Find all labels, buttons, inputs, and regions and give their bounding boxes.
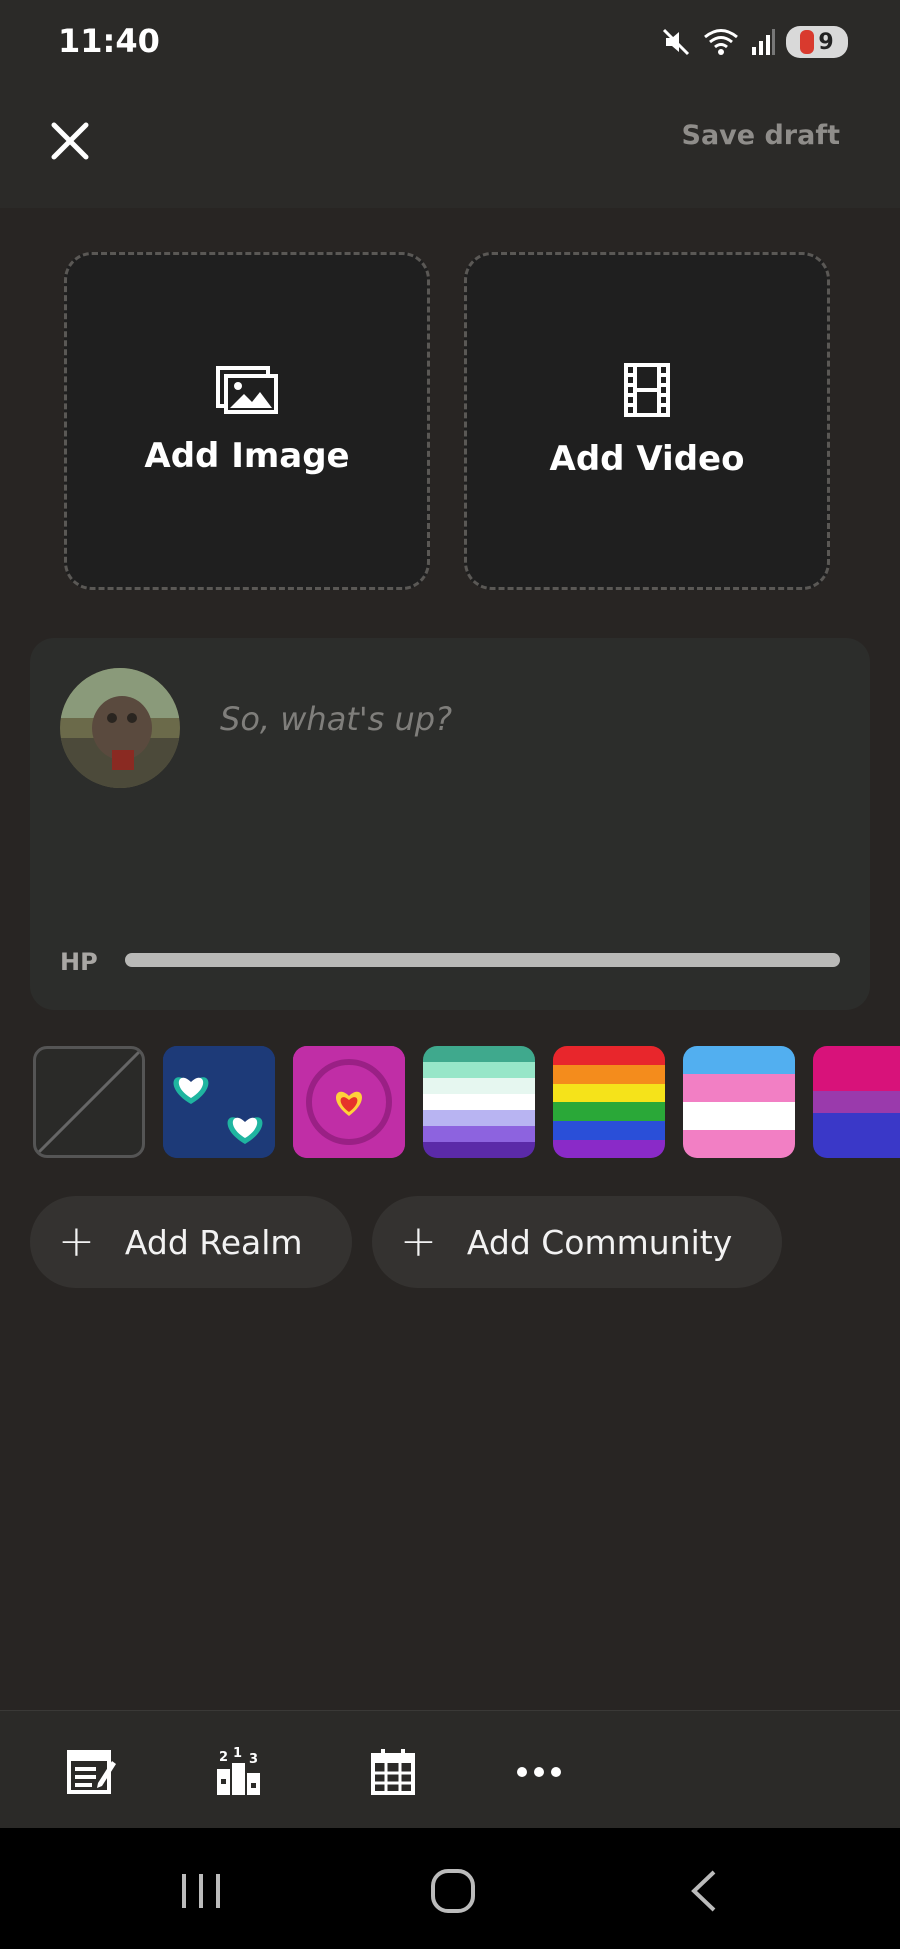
edit-document-icon (67, 1750, 116, 1794)
mute-icon (662, 28, 690, 56)
bi-pattern (813, 1046, 900, 1158)
post-text-input[interactable]: So, what's up? (220, 700, 452, 738)
add-community-label: Add Community (466, 1222, 733, 1262)
heart-pattern (293, 1046, 405, 1158)
add-realm-label: Add Realm (124, 1222, 303, 1262)
trans-pattern (683, 1046, 795, 1158)
home-button[interactable] (428, 1866, 478, 1916)
hp-bar (125, 953, 840, 967)
add-image-tile[interactable]: Add Image (64, 252, 430, 590)
event-tool[interactable] (368, 1747, 418, 1797)
bottom-toolbar: 2 1 3 (0, 1710, 900, 1829)
hp-bar-fill (125, 953, 840, 967)
swatch-rainbow[interactable] (553, 1046, 665, 1158)
none-slash-icon (36, 1049, 142, 1155)
hearts-pattern (163, 1046, 275, 1158)
status-time: 11:40 (58, 22, 160, 60)
add-video-tile[interactable]: Add Video (464, 252, 830, 590)
more-horizontal-icon (517, 1767, 561, 1777)
swatch-none[interactable] (33, 1046, 145, 1158)
home-icon (431, 1869, 475, 1913)
swatch-stripes-teal[interactable] (423, 1046, 535, 1158)
text-post-tool[interactable] (66, 1747, 116, 1797)
film-icon (624, 363, 670, 417)
poll-tool[interactable]: 2 1 3 (215, 1746, 265, 1797)
swatch-trans[interactable] (683, 1046, 795, 1158)
svg-text:2: 2 (219, 1750, 228, 1765)
close-button[interactable] (44, 115, 96, 167)
battery-icon: 9 (786, 26, 848, 58)
swatch-heart-pink[interactable] (293, 1046, 405, 1158)
recent-apps-button[interactable] (176, 1866, 226, 1916)
add-image-label: Add Image (144, 436, 350, 476)
battery-level: 9 (818, 29, 834, 55)
add-realm-button[interactable]: + Add Realm (30, 1196, 352, 1288)
back-icon (691, 1870, 716, 1912)
background-swatch-row (33, 1046, 900, 1160)
save-draft-button[interactable]: Save draft (682, 120, 841, 151)
battery-low-indicator (800, 30, 815, 54)
more-tools-button[interactable] (514, 1747, 564, 1797)
leaderboard-icon: 2 1 3 (217, 1746, 260, 1795)
top-bar: Save draft (0, 90, 900, 208)
svg-text:1: 1 (233, 1747, 242, 1761)
avatar-image (60, 668, 180, 788)
post-composer: So, what's up? HP (30, 638, 870, 1010)
plus-icon: + (400, 1216, 437, 1267)
signal-icon (752, 29, 775, 55)
image-icon (216, 366, 278, 414)
swatch-hearts-blue[interactable] (163, 1046, 275, 1158)
status-icons: 9 (660, 26, 848, 58)
stripes-pattern (423, 1046, 535, 1158)
rainbow-pattern (553, 1046, 665, 1158)
svg-text:3: 3 (249, 1752, 258, 1767)
recents-icon (182, 1874, 220, 1908)
wifi-icon (704, 29, 738, 55)
add-community-button[interactable]: + Add Community (372, 1196, 782, 1288)
avatar[interactable] (60, 668, 180, 788)
swatch-bi[interactable] (813, 1046, 900, 1158)
close-icon (51, 122, 89, 160)
hp-label: HP (60, 948, 98, 976)
status-bar: 11:40 9 (0, 0, 900, 90)
plus-icon: + (58, 1216, 95, 1267)
add-video-label: Add Video (549, 439, 745, 479)
calendar-icon (371, 1749, 415, 1795)
system-nav-bar (0, 1828, 900, 1949)
back-button[interactable] (680, 1866, 730, 1916)
